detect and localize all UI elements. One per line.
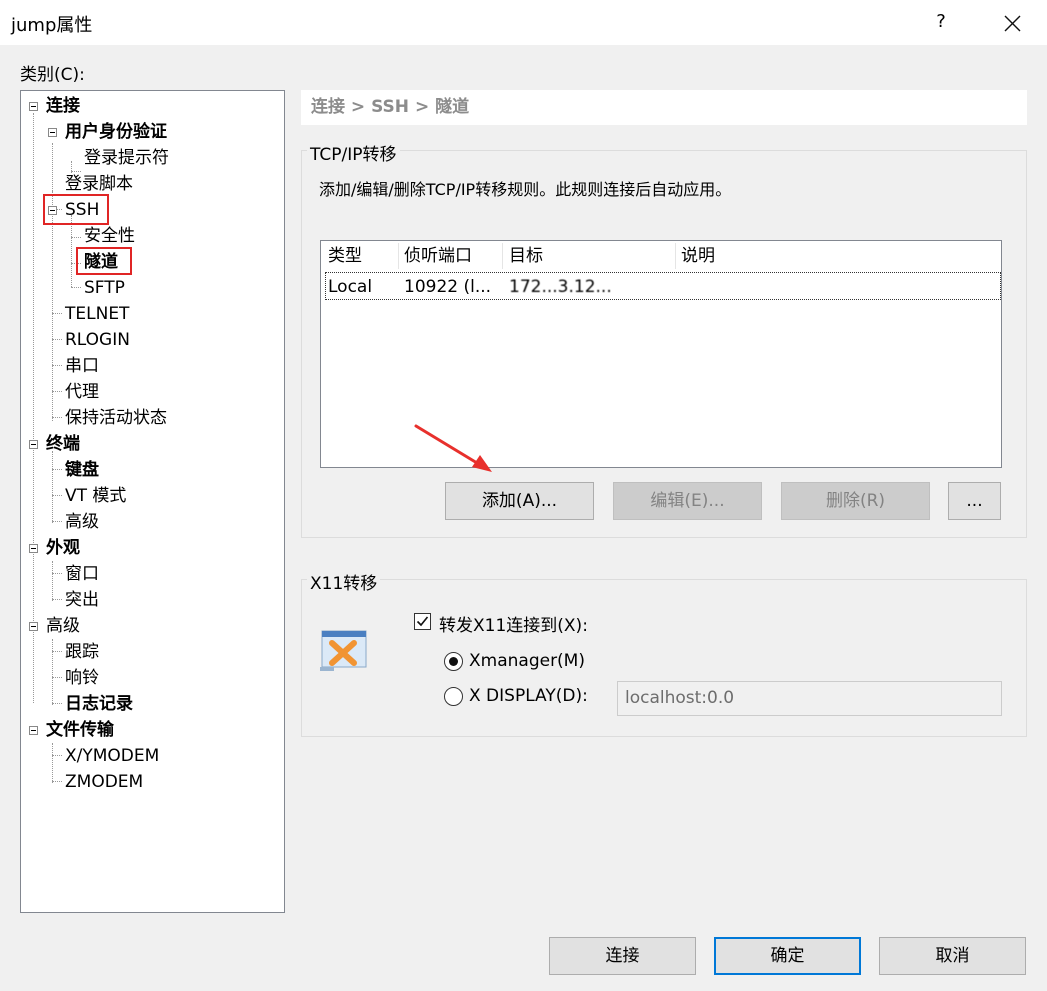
tree-item-security[interactable]: 安全性: [84, 225, 135, 247]
tree-item-connection[interactable]: 连接: [46, 95, 80, 117]
column-header-target[interactable]: 目标: [509, 241, 543, 271]
connect-button[interactable]: 连接: [549, 937, 696, 975]
highlight-box-tunnel: [76, 247, 132, 275]
xmanager-label[interactable]: Xmanager(M): [469, 651, 585, 671]
tree-item-zmodem[interactable]: ZMODEM: [65, 771, 143, 793]
tree-item-window[interactable]: 窗口: [65, 563, 99, 585]
more-button[interactable]: ...: [948, 482, 1001, 520]
tree-item-login-prompt[interactable]: 登录提示符: [84, 147, 169, 169]
collapse-icon[interactable]: [29, 622, 38, 631]
row-note: [681, 275, 881, 299]
tree-item-sftp[interactable]: SFTP: [84, 277, 125, 299]
tree-item-bell[interactable]: 响铃: [65, 667, 99, 689]
cancel-button[interactable]: 取消: [879, 937, 1026, 975]
add-button[interactable]: 添加(A)...: [445, 482, 594, 520]
tree-item-proxy[interactable]: 代理: [65, 381, 99, 403]
tree-item-telnet[interactable]: TELNET: [65, 303, 129, 325]
forward-x11-label[interactable]: 转发X11连接到(X):: [439, 611, 588, 636]
xmanager-icon: [318, 625, 370, 673]
highlight-box-ssh: [43, 194, 109, 225]
tree-item-serial[interactable]: 串口: [65, 355, 99, 377]
annotation-arrow: [412, 422, 496, 474]
tree-item-trace[interactable]: 跟踪: [65, 641, 99, 663]
collapse-icon[interactable]: [48, 128, 57, 137]
tree-item-terminal[interactable]: 终端: [46, 433, 80, 455]
column-header-note[interactable]: 说明: [681, 241, 715, 271]
help-button[interactable]: ?: [927, 8, 955, 36]
collapse-icon[interactable]: [29, 440, 38, 449]
close-icon[interactable]: [996, 8, 1028, 38]
tree-item-login-script[interactable]: 登录脚本: [65, 173, 133, 195]
title-bar: jump属性 ?: [0, 0, 1047, 45]
collapse-icon[interactable]: [29, 102, 38, 111]
breadcrumb: 连接 > SSH > 隧道: [301, 90, 1027, 125]
x11-group-title: X11转移: [307, 569, 381, 594]
xdisplay-label[interactable]: X DISPLAY(D):: [469, 686, 588, 706]
window-title: jump属性: [11, 15, 93, 36]
column-header-type[interactable]: 类型: [328, 241, 362, 271]
xdisplay-input[interactable]: localhost:0.0: [617, 681, 1002, 716]
xmanager-radio[interactable]: [444, 652, 463, 671]
category-label: 类别(C):: [20, 65, 85, 85]
tcpip-description: 添加/编辑/删除TCP/IP转移规则。此规则连接后自动应用。: [319, 180, 732, 199]
tree-item-rlogin[interactable]: RLOGIN: [65, 329, 130, 351]
ok-button[interactable]: 确定: [714, 937, 861, 975]
collapse-icon[interactable]: [29, 544, 38, 553]
tree-item-file-transfer[interactable]: 文件传输: [46, 719, 114, 741]
row-type: Local: [328, 277, 373, 297]
row-listen-port: 10922 (l...: [404, 277, 492, 297]
forward-x11-checkbox[interactable]: [414, 613, 431, 630]
delete-button[interactable]: 删除(R): [781, 482, 930, 520]
tree-item-highlight[interactable]: 突出: [65, 589, 99, 611]
tree-item-keyboard[interactable]: 键盘: [65, 459, 99, 481]
tree-item-terminal-advanced[interactable]: 高级: [65, 511, 99, 533]
tree-item-appearance[interactable]: 外观: [46, 537, 80, 559]
tree-item-advanced[interactable]: 高级: [46, 615, 80, 637]
collapse-icon[interactable]: [29, 726, 38, 735]
xdisplay-radio[interactable]: [444, 687, 463, 706]
tree-item-vt-mode[interactable]: VT 模式: [65, 485, 126, 507]
tree-item-keepalive[interactable]: 保持活动状态: [65, 407, 167, 429]
tree-item-xymodem[interactable]: X/YMODEM: [65, 745, 159, 767]
tcpip-group-title: TCP/IP转移: [307, 140, 400, 165]
row-target: 1⁠7⁠2.⁠⁠⁠.⁠⁠.⁠⁠3.12...: [509, 277, 612, 297]
tree-item-auth[interactable]: 用户身份验证: [65, 121, 167, 143]
column-header-listen-port[interactable]: 侦听端口: [404, 241, 472, 271]
edit-button[interactable]: 编辑(E)...: [613, 482, 762, 520]
category-tree[interactable]: 连接 用户身份验证 登录提示符 登录脚本 SSH 安全性 隧道 SFTP TEL…: [20, 90, 285, 913]
tree-item-logging[interactable]: 日志记录: [65, 693, 133, 715]
